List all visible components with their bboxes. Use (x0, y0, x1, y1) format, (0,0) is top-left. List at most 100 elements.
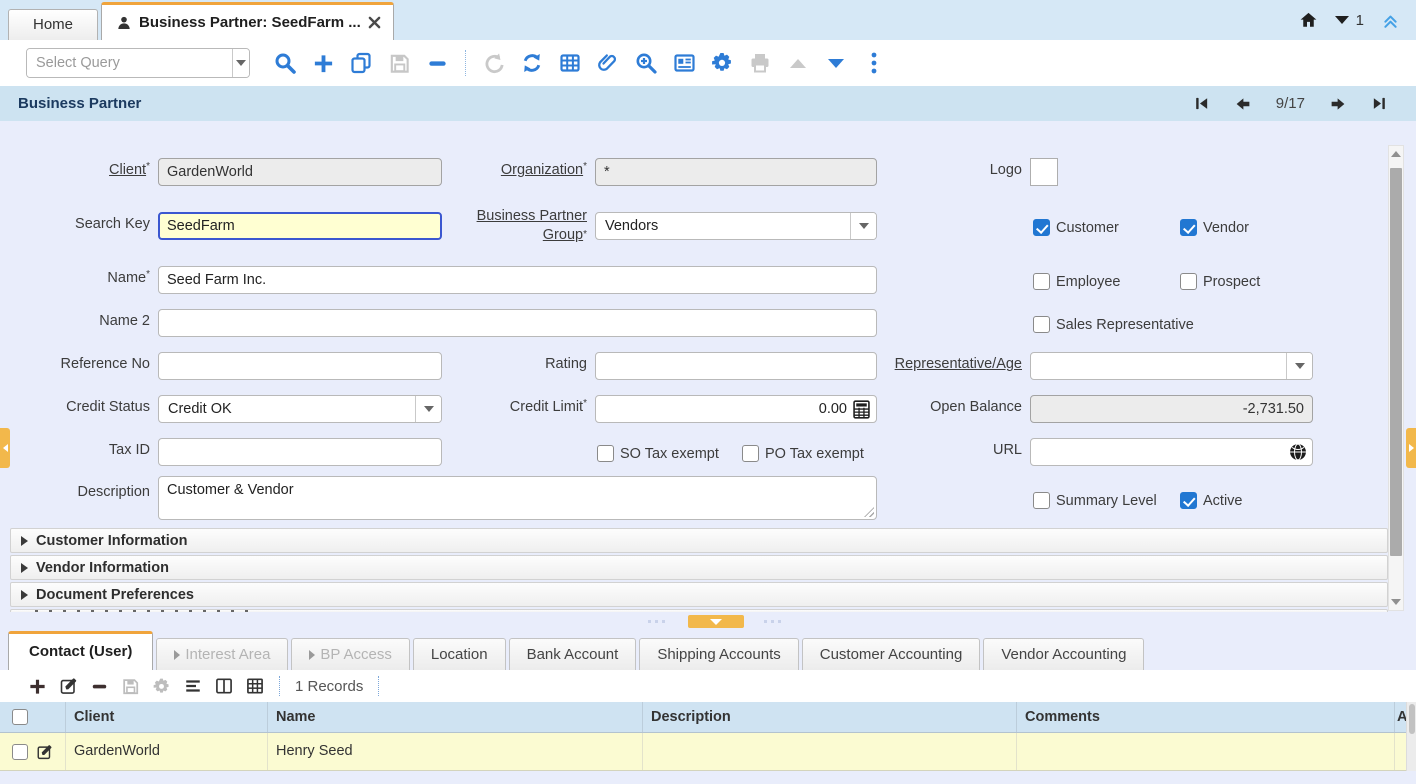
find-record-button[interactable] (266, 47, 304, 79)
column-header-active-clipped[interactable]: A (1395, 702, 1406, 732)
undo-button[interactable] (475, 47, 513, 79)
detail-edit-button[interactable] (53, 673, 84, 699)
select-query-input[interactable] (27, 49, 232, 77)
section-vendor-information[interactable]: Vendor Information (10, 555, 1388, 580)
more-actions-button[interactable] (855, 47, 893, 79)
select-query-dropdown-button[interactable] (232, 49, 249, 77)
expand-down-button[interactable] (817, 47, 855, 79)
splitter-collapse-handle[interactable] (688, 615, 744, 628)
url-field[interactable] (1030, 438, 1313, 466)
description-textarea[interactable]: Customer & Vendor (158, 476, 877, 520)
representative-age-label[interactable]: Representative/Age (864, 356, 1022, 372)
tab-shipping-accounts[interactable]: Shipping Accounts (639, 638, 798, 670)
tax-id-field[interactable] (158, 438, 442, 466)
sales-representative-checkbox[interactable]: Sales Representative (1033, 316, 1194, 333)
home-icon[interactable] (1299, 11, 1318, 29)
desktop-list-caret-icon[interactable] (1335, 16, 1349, 24)
resize-handle-icon[interactable] (864, 507, 874, 517)
section-customer-information[interactable]: Customer Information (10, 528, 1388, 553)
bp-group-label[interactable]: Business PartnerGroup* (420, 207, 587, 245)
new-record-button[interactable] (304, 47, 342, 79)
prospect-checkbox[interactable]: Prospect (1180, 273, 1260, 290)
active-checkbox[interactable]: Active (1180, 492, 1243, 509)
tab-bp-access[interactable]: BP Access (291, 638, 409, 670)
customer-checkbox[interactable]: Customer (1033, 219, 1119, 236)
logo-image-box[interactable] (1030, 158, 1058, 186)
detail-new-button[interactable] (22, 673, 53, 699)
column-header-description[interactable]: Description (643, 702, 1017, 732)
column-header-name[interactable]: Name (268, 702, 643, 732)
first-record-button[interactable] (1193, 95, 1210, 112)
scroll-down-button[interactable] (1389, 594, 1403, 610)
credit-limit-field[interactable]: 0.00 (595, 395, 877, 423)
west-panel-toggle[interactable] (0, 428, 10, 468)
tab-location[interactable]: Location (413, 638, 506, 670)
delete-record-button[interactable] (418, 47, 456, 79)
scrollbar-thumb[interactable] (1409, 704, 1415, 734)
bp-group-dropdown-button[interactable] (850, 213, 876, 239)
name-field[interactable]: Seed Farm Inc. (158, 266, 877, 294)
so-tax-exempt-checkbox[interactable]: SO Tax exempt (597, 445, 719, 462)
table-row[interactable]: GardenWorld Henry Seed (0, 733, 1406, 771)
refresh-button[interactable] (513, 47, 551, 79)
close-icon[interactable] (368, 16, 381, 29)
organization-label[interactable]: Organization* (420, 162, 587, 178)
detail-process-button[interactable] (146, 673, 177, 699)
select-all-checkbox[interactable] (12, 709, 28, 725)
collapse-up-button[interactable] (779, 47, 817, 79)
copy-record-button[interactable] (342, 47, 380, 79)
detail-save-button[interactable] (115, 673, 146, 699)
reference-no-field[interactable] (158, 352, 442, 380)
tab-interest-area[interactable]: Interest Area (156, 638, 288, 670)
print-button[interactable] (741, 47, 779, 79)
vendor-checkbox[interactable]: Vendor (1180, 219, 1249, 236)
summary-level-checkbox[interactable]: Summary Level (1033, 492, 1157, 509)
last-record-button[interactable] (1371, 95, 1388, 112)
section-document-preferences[interactable]: Document Preferences (10, 582, 1388, 607)
detail-grid-button[interactable] (239, 673, 270, 699)
globe-icon[interactable] (1288, 442, 1308, 462)
east-panel-toggle[interactable] (1406, 428, 1416, 468)
scroll-up-button[interactable] (1389, 146, 1403, 162)
bp-group-value[interactable]: Vendors (596, 213, 850, 239)
scrollbar-thumb[interactable] (1390, 168, 1402, 556)
collapse-header-icon[interactable] (1381, 11, 1400, 30)
tab-home[interactable]: Home (8, 9, 98, 40)
copy-icon (349, 51, 373, 75)
grid-toggle-button[interactable] (551, 47, 589, 79)
search-key-input[interactable] (158, 212, 442, 240)
tab-vendor-accounting[interactable]: Vendor Accounting (983, 638, 1144, 670)
credit-status-value[interactable]: Credit OK (159, 396, 415, 422)
save-button[interactable] (380, 47, 418, 79)
tab-contact-user[interactable]: Contact (User) (8, 631, 153, 670)
form-scrollbar[interactable] (1388, 145, 1404, 611)
rating-field[interactable] (595, 352, 877, 380)
tab-business-partner[interactable]: Business Partner: SeedFarm ... (101, 2, 394, 40)
tab-bank-account[interactable]: Bank Account (509, 638, 637, 670)
table-header-row: Client Name Description Comments A (0, 702, 1406, 733)
po-tax-exempt-checkbox[interactable]: PO Tax exempt (742, 445, 864, 462)
toolbar-separator (279, 676, 280, 696)
calculator-icon[interactable] (851, 399, 872, 420)
row-checkbox[interactable] (12, 744, 28, 760)
employee-checkbox[interactable]: Employee (1033, 273, 1120, 290)
edit-pencil-icon[interactable] (36, 743, 54, 761)
client-label[interactable]: Client* (20, 162, 150, 178)
tab-customer-accounting[interactable]: Customer Accounting (802, 638, 981, 670)
column-header-client[interactable]: Client (66, 702, 268, 732)
detail-columns-button[interactable] (208, 673, 239, 699)
name2-field[interactable] (158, 309, 877, 337)
attachment-button[interactable] (589, 47, 627, 79)
representative-age-value[interactable] (1031, 353, 1286, 379)
next-record-button[interactable] (1329, 95, 1347, 113)
zoom-across-button[interactable] (627, 47, 665, 79)
representative-age-dropdown-button[interactable] (1286, 353, 1312, 379)
report-button[interactable] (665, 47, 703, 79)
detail-list-toggle-button[interactable] (177, 673, 208, 699)
previous-record-button[interactable] (1234, 95, 1252, 113)
detail-delete-button[interactable] (84, 673, 115, 699)
table-scrollbar[interactable] (1406, 702, 1416, 771)
horizontal-splitter[interactable] (0, 612, 1416, 630)
column-header-comments[interactable]: Comments (1017, 702, 1395, 732)
process-button[interactable] (703, 47, 741, 79)
